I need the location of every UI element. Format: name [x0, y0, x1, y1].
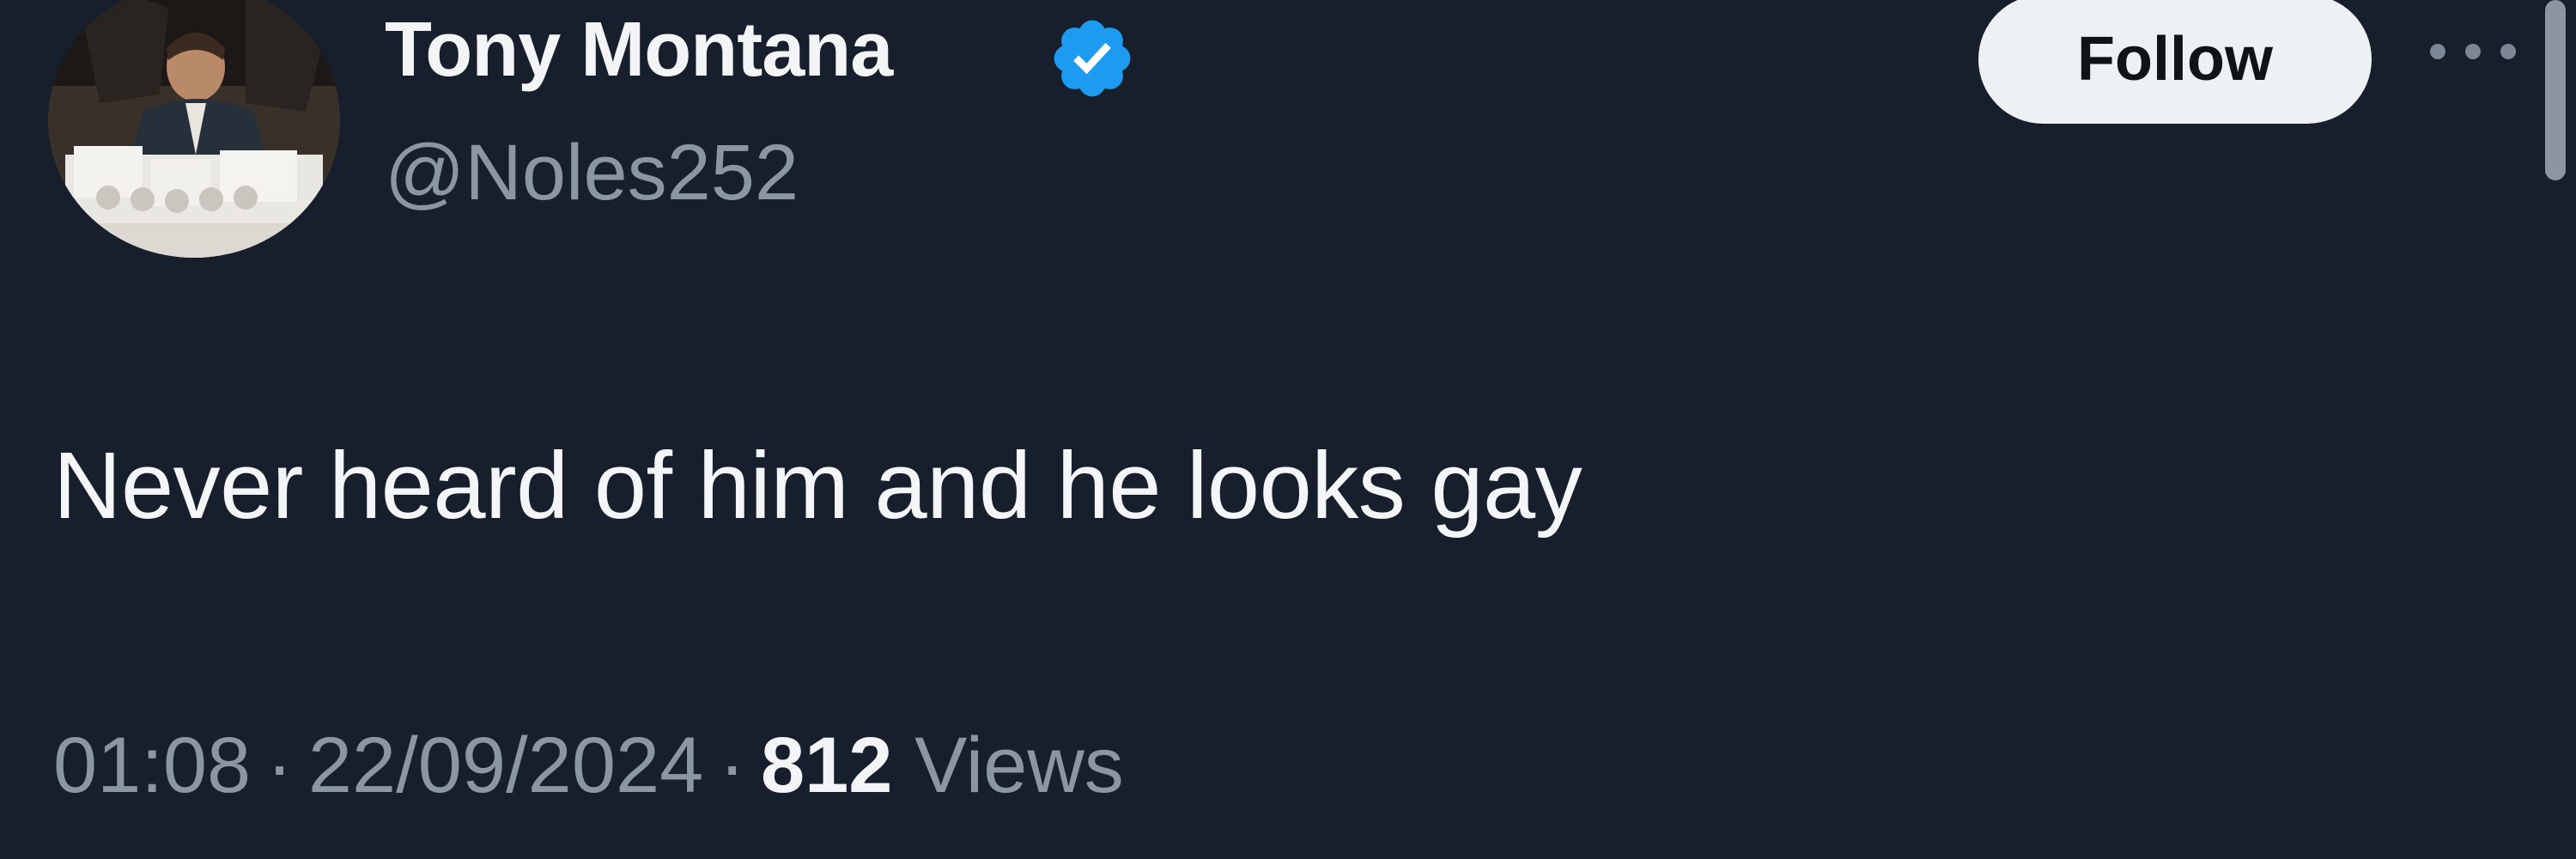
follow-button[interactable]: Follow [1978, 0, 2372, 124]
tweet-metadata: 01:08 · 22/09/2024 · 812 Views [53, 718, 1124, 813]
tweet-text: Never heard of him and he looks gay [53, 433, 1583, 539]
verified-badge-icon[interactable] [1048, 14, 1137, 103]
more-dot [2500, 44, 2516, 59]
tweet-date[interactable]: 22/09/2024 [308, 722, 703, 809]
more-dot [2465, 44, 2481, 59]
separator-dot: · [719, 722, 745, 809]
more-dot [2430, 44, 2445, 59]
views-count[interactable]: 812 [761, 722, 893, 809]
more-options-icon[interactable] [2430, 26, 2516, 77]
avatar-image [48, 0, 340, 258]
tweet-time[interactable]: 01:08 [53, 722, 251, 809]
tweet-card: Tony Montana @Noles252 Follow Never hear… [0, 0, 2576, 859]
avatar[interactable] [48, 0, 340, 258]
views-label: Views [914, 722, 1124, 809]
separator-dot: · [266, 722, 293, 809]
scrollbar[interactable] [2545, 0, 2566, 180]
author-display-name[interactable]: Tony Montana [385, 3, 893, 96]
author-handle[interactable]: @Noles252 [385, 125, 799, 220]
